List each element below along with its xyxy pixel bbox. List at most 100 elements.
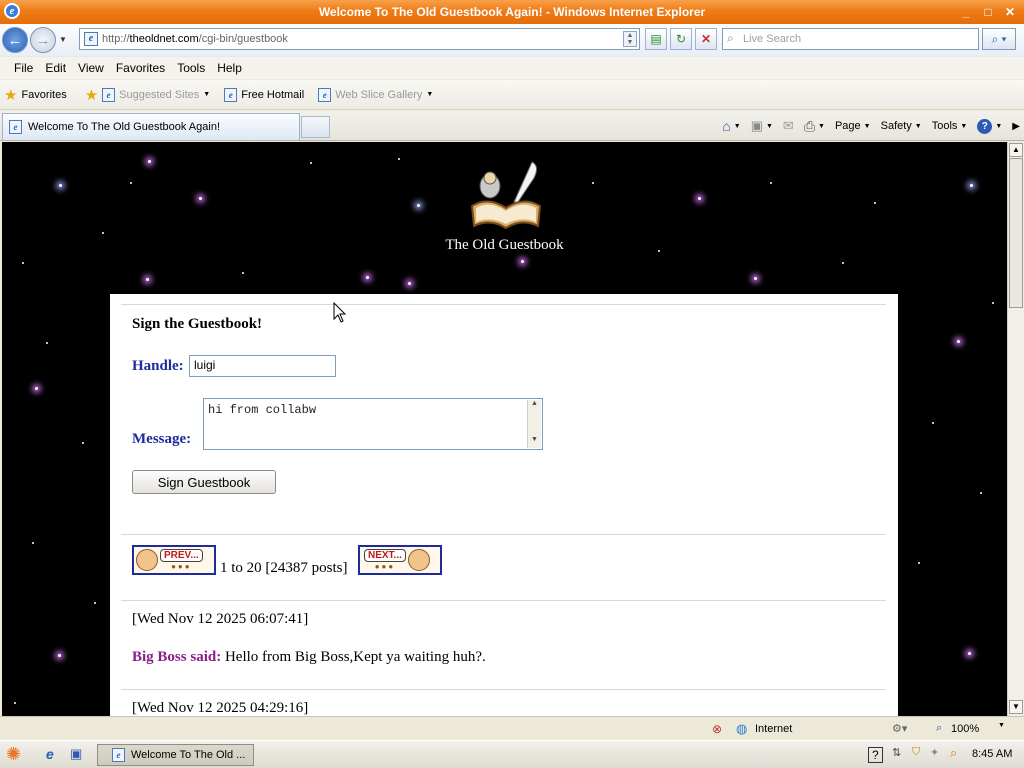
menu-view[interactable]: View xyxy=(72,61,110,75)
fav-link-label: Suggested Sites xyxy=(119,88,200,101)
stop-icon[interactable]: ✕ xyxy=(695,28,717,50)
menu-tools[interactable]: Tools xyxy=(171,61,211,75)
next-page-button[interactable]: NEXT... ●●● xyxy=(358,545,442,575)
chevron-down-icon: ▼ xyxy=(818,122,825,130)
print-button[interactable]: ⎙ ▼ xyxy=(804,118,825,135)
hand-icon xyxy=(407,549,430,571)
tab-active[interactable]: e Welcome To The Old Guestbook Again! xyxy=(2,113,300,140)
handle-input[interactable]: luigi xyxy=(189,355,336,377)
chevron-down-icon: ▼ xyxy=(733,122,741,130)
message-label: Message: xyxy=(132,431,192,447)
refresh-icon[interactable]: ↻ xyxy=(670,28,692,50)
textarea-scrollbar[interactable]: ▲ ▼ xyxy=(527,400,541,448)
sign-guestbook-button[interactable]: Sign Guestbook xyxy=(132,470,276,494)
recent-pages-dropdown-icon[interactable]: ▼ xyxy=(59,35,67,44)
menu-help[interactable]: Help xyxy=(211,61,248,75)
home-button[interactable]: ⌂ ▼ xyxy=(722,118,740,134)
start-button[interactable]: ✺ xyxy=(6,744,21,765)
fav-link-suggested-sites[interactable]: e Suggested Sites ▼ xyxy=(102,87,210,102)
star xyxy=(957,340,960,343)
url-prefix: http:// xyxy=(102,33,130,45)
chevron-down-icon: ▼ xyxy=(960,122,968,130)
more-commands-button[interactable]: ▶ xyxy=(1012,121,1020,132)
shield-tray-icon[interactable]: ⛉ xyxy=(912,746,920,759)
autocomplete-dropdown-icon[interactable]: ▲ ▼ xyxy=(623,31,637,47)
protected-mode-icon[interactable]: ⚙▾ xyxy=(892,722,907,735)
message-textarea[interactable]: hi from collabw ▲ ▼ xyxy=(203,398,543,450)
search-input[interactable]: ⌕ Live Search xyxy=(722,28,979,50)
add-favorite-button[interactable]: ★ xyxy=(85,86,98,104)
search-tray-icon[interactable]: ⌕ xyxy=(950,745,957,761)
safety-menu[interactable]: Safety ▼ xyxy=(881,120,922,132)
zoom-icon: ⌕ xyxy=(936,722,943,734)
star xyxy=(754,277,757,280)
scroll-down-icon[interactable]: ▼ xyxy=(1009,700,1023,714)
post-author: Big Boss said: xyxy=(132,649,222,665)
page-menu[interactable]: Page ▼ xyxy=(835,120,871,132)
back-button[interactable]: ← xyxy=(2,27,28,53)
feeds-button[interactable]: ▣ ▼ xyxy=(751,118,773,134)
star xyxy=(918,562,920,564)
page-viewport[interactable]: The Old Guestbook Sign the Guestbook! Ha… xyxy=(2,142,1007,716)
maximize-button[interactable]: □ xyxy=(978,3,998,21)
page-scrollbar[interactable]: ▲ ▼ xyxy=(1007,142,1024,716)
prev-page-button[interactable]: PREV... ●●● xyxy=(132,545,216,575)
page-icon: e xyxy=(102,87,116,102)
minimize-button[interactable]: _ xyxy=(956,3,976,21)
star xyxy=(130,182,132,184)
url-domain: theoldnet.com xyxy=(129,33,199,45)
prev-label: PREV... xyxy=(160,549,203,562)
network-tray-icon[interactable]: ⇅ xyxy=(892,746,901,759)
menu-edit[interactable]: Edit xyxy=(39,61,72,75)
popup-blocked-icon[interactable]: ⊗ xyxy=(712,722,722,736)
security-zone: Internet xyxy=(755,723,793,735)
zoom-level[interactable]: 100% xyxy=(951,723,979,735)
menu-file[interactable]: File xyxy=(8,61,39,75)
chevron-down-icon[interactable]: ▼ xyxy=(998,722,1005,729)
divider xyxy=(121,600,886,601)
scroll-up-icon[interactable]: ▲ xyxy=(528,400,541,408)
message-text: hi from collabw xyxy=(208,403,317,417)
tray-icon[interactable]: ✦ xyxy=(930,746,939,759)
search-go-button[interactable]: ⌕ ▾ xyxy=(982,28,1016,50)
taskbar-item-ie[interactable]: e Welcome To The Old ... xyxy=(97,744,254,766)
star xyxy=(366,276,369,279)
scroll-up-icon[interactable]: ▲ xyxy=(1009,143,1023,157)
close-button[interactable]: ✕ xyxy=(1000,3,1020,21)
fav-link-web-slice-gallery[interactable]: e Web Slice Gallery ▼ xyxy=(318,87,433,102)
dots-icon: ●●● xyxy=(171,562,192,571)
address-input[interactable]: e http://theoldnet.com/cgi-bin/guestbook… xyxy=(79,28,640,50)
forward-button[interactable]: → xyxy=(30,27,56,53)
new-tab-button[interactable] xyxy=(301,116,330,138)
guestbook-logo xyxy=(470,161,542,230)
tools-menu[interactable]: Tools ▼ xyxy=(932,120,968,132)
url-path: /cgi-bin/guestbook xyxy=(198,33,288,45)
read-mail-button[interactable]: ✉ xyxy=(783,118,794,134)
show-desktop-icon[interactable]: ▣ xyxy=(70,746,82,762)
globe-icon: ◍ xyxy=(736,721,748,736)
fav-link-free-hotmail[interactable]: e Free Hotmail xyxy=(224,87,304,102)
compatibility-view-icon[interactable]: ▤ xyxy=(645,28,667,50)
title-bar: e Welcome To The Old Guestbook Again! - … xyxy=(0,0,1024,24)
command-bar: ⌂ ▼ ▣ ▼ ✉ ⎙ ▼ Page ▼ Safety ▼ Tools ▼ ? ▼ ▶ xyxy=(722,113,1020,139)
add-favorite-icon: ★ xyxy=(84,86,99,104)
star xyxy=(22,262,24,264)
menu-favorites[interactable]: Favorites xyxy=(110,61,171,75)
star xyxy=(992,302,994,304)
scroll-down-icon[interactable]: ▼ xyxy=(528,436,541,444)
page-menu-label: Page xyxy=(834,120,861,132)
tab-row: e Welcome To The Old Guestbook Again! ⌂ ▼… xyxy=(0,111,1024,141)
scroll-thumb[interactable] xyxy=(1009,158,1023,308)
page-icon: e xyxy=(84,32,98,46)
favorites-star-icon: ★ xyxy=(4,86,18,104)
address-toolbar: ← → ▼ e http://theoldnet.com/cgi-bin/gue… xyxy=(0,24,1024,56)
chevron-down-icon: ▼ xyxy=(765,122,773,130)
mail-icon: ✉ xyxy=(782,118,794,133)
star xyxy=(59,184,62,187)
help-button[interactable]: ? ▼ xyxy=(977,118,1002,134)
ie-quicklaunch-icon[interactable]: e xyxy=(46,746,54,762)
help-tray-icon[interactable]: ? xyxy=(868,747,883,763)
page-icon: e xyxy=(224,87,238,102)
favorites-button[interactable]: ★ Favorites xyxy=(4,86,67,104)
page-icon: e xyxy=(318,87,332,102)
